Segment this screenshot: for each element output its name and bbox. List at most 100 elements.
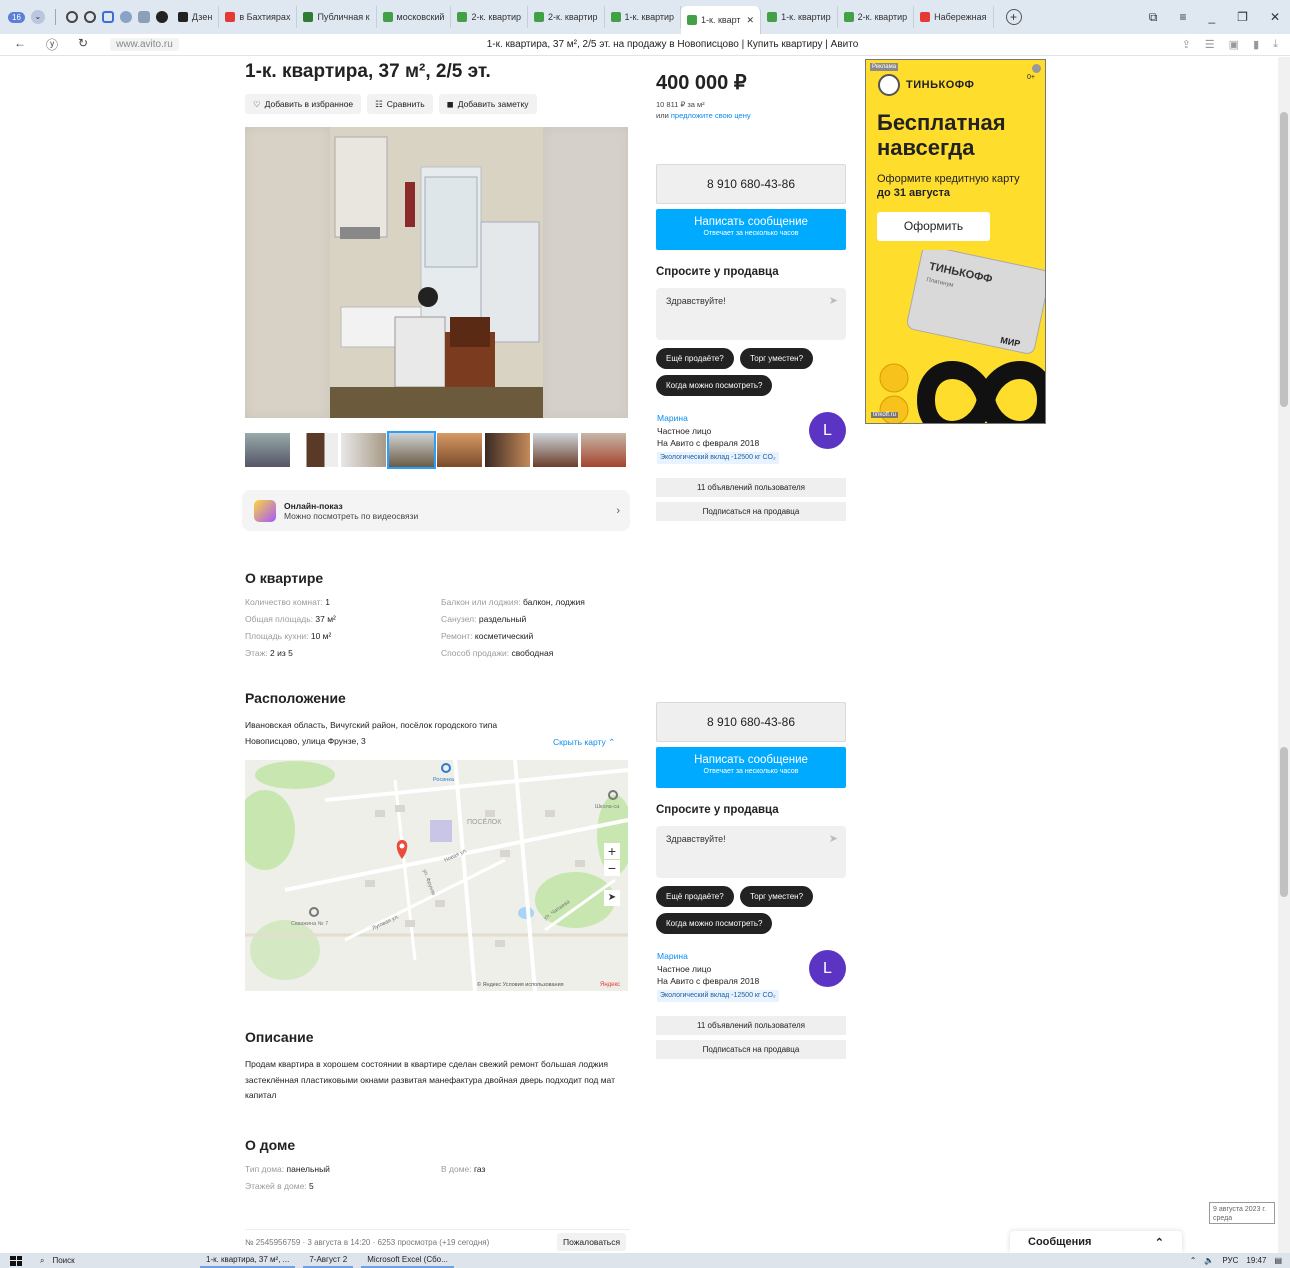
main-photo[interactable]	[245, 127, 628, 418]
browser-tab[interactable]: Дзен	[172, 6, 220, 28]
write-message-button[interactable]: Написать сообщение Отвечает за несколько…	[656, 747, 846, 788]
show-phone-button[interactable]: 8 910 680-43-86	[656, 702, 846, 742]
ask-seller-heading: Спросите у продавца	[656, 266, 779, 278]
ad-subtitle-line: Оформите кредитную карту	[877, 173, 1020, 185]
share-icon[interactable]: ⇪	[1182, 38, 1191, 51]
search-icon: ⌕	[40, 1255, 45, 1265]
pinned-tab-icon[interactable]	[119, 11, 132, 23]
quick-question-chip[interactable]: Когда можно посмотреть?	[656, 913, 773, 934]
menu-icon[interactable]: ≡	[1179, 10, 1186, 25]
param-key: Способ продажи:	[441, 648, 512, 658]
thumbnail[interactable]	[533, 433, 578, 467]
browser-tab[interactable]: 2-к. квартир	[451, 6, 528, 28]
thumbnail[interactable]	[437, 433, 482, 467]
chevron-up-icon[interactable]: ⌃	[1155, 1236, 1164, 1249]
hide-map-link[interactable]: Скрыть карту ⌃	[553, 737, 615, 748]
pinned-tab-icon[interactable]	[83, 11, 96, 23]
zoom-out-button[interactable]: −	[604, 860, 620, 876]
quick-question-chip[interactable]: Ещё продаёте?	[656, 348, 734, 369]
ask-seller-input[interactable]: Здравствуйте! ➤	[656, 288, 846, 340]
dzen-icon[interactable]	[155, 11, 168, 23]
browser-tab[interactable]: 1-к. квартир	[761, 6, 838, 28]
user-ads-button[interactable]: 11 объявлений пользователя	[656, 1016, 846, 1035]
scrollbar-thumb[interactable]	[1280, 747, 1288, 897]
thumbnail[interactable]	[485, 433, 530, 467]
favorite-label: Добавить в избранное	[264, 99, 354, 109]
tray-chevron-icon[interactable]: ⌃	[1190, 1256, 1197, 1265]
close-tab-icon[interactable]: ✕	[747, 15, 755, 26]
complain-button[interactable]: Пожаловаться	[557, 1233, 627, 1251]
thumbnail[interactable]	[245, 433, 290, 467]
geolocation-arrow-icon[interactable]: ➤	[604, 890, 620, 906]
add-note-button[interactable]: ◼ Добавить заметку	[438, 94, 537, 114]
browser-tab[interactable]: московский	[377, 6, 452, 28]
scrollbar[interactable]	[1278, 57, 1290, 1253]
windows-start-icon[interactable]	[10, 1255, 22, 1266]
language-indicator[interactable]: РУС	[1222, 1256, 1238, 1265]
thumbnail[interactable]	[341, 433, 386, 467]
subscribe-seller-button[interactable]: Подписаться на продавца	[656, 1040, 846, 1059]
quick-question-chip[interactable]: Торг уместен?	[740, 886, 814, 907]
write-message-button[interactable]: Написать сообщение Отвечает за несколько…	[656, 209, 846, 250]
notifications-icon[interactable]: ▤	[1274, 1256, 1282, 1265]
ad-info-icon[interactable]	[1032, 64, 1041, 73]
browser-tab[interactable]: в Бахтиярах	[219, 6, 298, 28]
date-tooltip-date: 9 августа 2023 г.	[1213, 1206, 1267, 1213]
collections-icon[interactable]: ⧉	[1149, 10, 1158, 25]
browser-tab[interactable]: 2-к. квартир	[838, 6, 915, 28]
scrollbar-thumb[interactable]	[1280, 112, 1288, 407]
browser-tab[interactable]: Набережная	[914, 6, 994, 28]
pinned-tab-icon[interactable]	[137, 11, 150, 23]
location-map[interactable]: ПОСЁЛОК Росинка Школа-са Скважина № 7 Но…	[245, 760, 628, 991]
bookmark-icon[interactable]: ▮	[1253, 38, 1259, 51]
tab-active[interactable]: 1-к. кварт ✕	[681, 6, 762, 34]
extensions-icon[interactable]: ▣	[1229, 38, 1239, 51]
seller-name-link[interactable]: Марина	[657, 412, 779, 425]
avatar[interactable]: L	[809, 950, 846, 987]
tinkoff-ad-banner[interactable]: Реклама ТИНЬКОФФ 0+ Бесплатная навсегда …	[865, 59, 1046, 424]
param-key: Ремонт:	[441, 631, 475, 641]
quick-question-chip[interactable]: Когда можно посмотреть?	[656, 375, 773, 396]
show-phone-button[interactable]: 8 910 680-43-86	[656, 164, 846, 204]
download-icon[interactable]: ⤓	[1273, 38, 1278, 51]
send-icon[interactable]: ➤	[829, 294, 838, 307]
reader-icon[interactable]: ☰	[1205, 38, 1215, 51]
thumbnail-selected[interactable]	[387, 431, 436, 469]
taskbar-app[interactable]: 1-к. квартира, 37 м², ...	[200, 1253, 296, 1268]
seller-name-link[interactable]: Марина	[657, 950, 779, 963]
browser-tab[interactable]: Публичная к	[297, 6, 377, 28]
browser-tab[interactable]: 1-к. квартир	[605, 6, 682, 28]
subscribe-seller-button[interactable]: Подписаться на продавца	[656, 502, 846, 521]
send-icon[interactable]: ➤	[829, 832, 838, 845]
clock[interactable]: 19:47	[1246, 1256, 1266, 1265]
map-copyright[interactable]: © Яндекс Условия использования	[477, 981, 564, 988]
minimize-button[interactable]: _	[1208, 10, 1215, 25]
pinned-mail-icon[interactable]	[101, 11, 114, 23]
thumbnail[interactable]	[293, 433, 338, 467]
messages-widget[interactable]: Сообщения ⌃	[1010, 1231, 1182, 1253]
tabs-menu-chevron-icon[interactable]: ⌄	[30, 10, 45, 24]
avatar[interactable]: L	[809, 412, 846, 449]
taskbar-app[interactable]: 7-Август 2	[303, 1253, 354, 1268]
favorite-button[interactable]: ♡ Добавить в избранное	[245, 94, 362, 114]
volume-icon[interactable]: 🔈	[1204, 1256, 1214, 1265]
restore-button[interactable]: ❐	[1237, 10, 1248, 25]
new-tab-button[interactable]: +	[1005, 9, 1022, 25]
online-show-card[interactable]: Онлайн-показ Можно посмотреть по видеосв…	[242, 490, 630, 531]
offer-price-link[interactable]: предложите свою цену	[671, 111, 751, 120]
tab-count-badge[interactable]: 16	[8, 11, 25, 23]
zoom-in-button[interactable]: +	[604, 843, 620, 859]
quick-question-chip[interactable]: Ещё продаёте?	[656, 886, 734, 907]
compare-button[interactable]: ☷ Сравнить	[367, 94, 433, 114]
ask-seller-input[interactable]: Здравствуйте! ➤	[656, 826, 846, 878]
user-ads-button[interactable]: 11 объявлений пользователя	[656, 478, 846, 497]
taskbar-search[interactable]: ⌕ Поиск	[40, 1256, 160, 1266]
pinned-tab-icon[interactable]	[65, 11, 78, 23]
thumbnail[interactable]	[581, 433, 626, 467]
taskbar-app[interactable]: Microsoft Excel (Сбо...	[361, 1253, 454, 1268]
close-window-button[interactable]: ✕	[1270, 10, 1280, 25]
param-row: Способ продажи: свободная	[441, 645, 585, 662]
browser-tab[interactable]: 2-к. квартир	[528, 6, 605, 28]
quick-question-chip[interactable]: Торг уместен?	[740, 348, 814, 369]
ad-cta-button[interactable]: Оформить	[877, 212, 990, 241]
